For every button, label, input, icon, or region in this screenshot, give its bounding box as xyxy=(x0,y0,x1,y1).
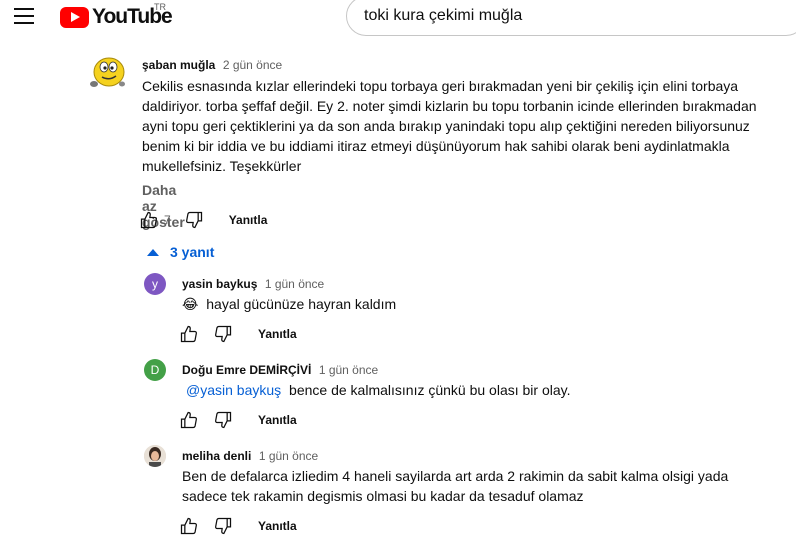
reply-button[interactable]: Yanıtla xyxy=(229,213,268,227)
reply-text: bence de kalmalısınız çünkü bu olası bir… xyxy=(289,382,571,398)
chevron-up-icon xyxy=(147,249,159,256)
reply-author[interactable]: yasin baykuş xyxy=(182,277,257,291)
country-code: TR xyxy=(154,2,166,12)
dislike-icon[interactable] xyxy=(212,409,234,431)
masthead: YouTube TR toki kura çekimi muğla xyxy=(0,0,796,36)
avatar[interactable]: D xyxy=(144,359,166,381)
reply-author[interactable]: Doğu Emre DEMİRÇİVİ xyxy=(182,363,311,377)
dislike-icon[interactable] xyxy=(183,209,205,231)
comment-time[interactable]: 2 gün önce xyxy=(223,58,282,72)
comment-text: Cekilis esnasında kızlar ellerindeki top… xyxy=(142,78,757,174)
replies-count: 3 yanıt xyxy=(170,244,215,260)
reply-text-line2: sadece tek rakamin degismis olmasi bu ka… xyxy=(182,488,584,504)
reply-time[interactable]: 1 gün önce xyxy=(259,449,318,463)
like-count: 7 xyxy=(164,213,171,227)
reply-button[interactable]: Yanıtla xyxy=(258,327,297,341)
search-input[interactable]: toki kura çekimi muğla xyxy=(346,0,796,36)
replies-toggle-button[interactable]: 3 yanıt xyxy=(146,244,214,260)
reply-button[interactable]: Yanıtla xyxy=(258,519,297,533)
reply-author[interactable]: meliha denli xyxy=(182,449,251,463)
avatar[interactable]: y xyxy=(144,273,166,295)
reply-text: hayal gücünüze hayran kaldım xyxy=(206,296,397,312)
avatar[interactable] xyxy=(144,445,166,467)
mention-link[interactable]: @yasin baykuş xyxy=(186,382,281,398)
like-icon[interactable] xyxy=(178,515,200,537)
avatar[interactable] xyxy=(86,54,128,94)
reply-text: Ben de defalarca izliedim 4 haneli sayil… xyxy=(182,468,729,484)
menu-icon[interactable] xyxy=(14,8,34,24)
comment-author[interactable]: şaban muğla xyxy=(142,58,215,72)
avatar-letter: D xyxy=(150,363,160,377)
youtube-play-icon xyxy=(60,6,89,28)
like-icon[interactable] xyxy=(138,209,160,231)
search-query: toki kura çekimi muğla xyxy=(364,7,523,24)
profile-photo-icon xyxy=(144,445,166,467)
like-icon[interactable] xyxy=(178,323,200,345)
smiley-avatar-icon xyxy=(90,57,125,87)
reply-button[interactable]: Yanıtla xyxy=(258,413,297,427)
reply-time[interactable]: 1 gün önce xyxy=(265,277,324,291)
avatar-letter: y xyxy=(152,277,158,291)
laughing-emoji: 😂 xyxy=(182,296,199,312)
dislike-icon[interactable] xyxy=(212,323,234,345)
like-icon[interactable] xyxy=(178,409,200,431)
dislike-icon[interactable] xyxy=(212,515,234,537)
reply-time[interactable]: 1 gün önce xyxy=(319,363,378,377)
